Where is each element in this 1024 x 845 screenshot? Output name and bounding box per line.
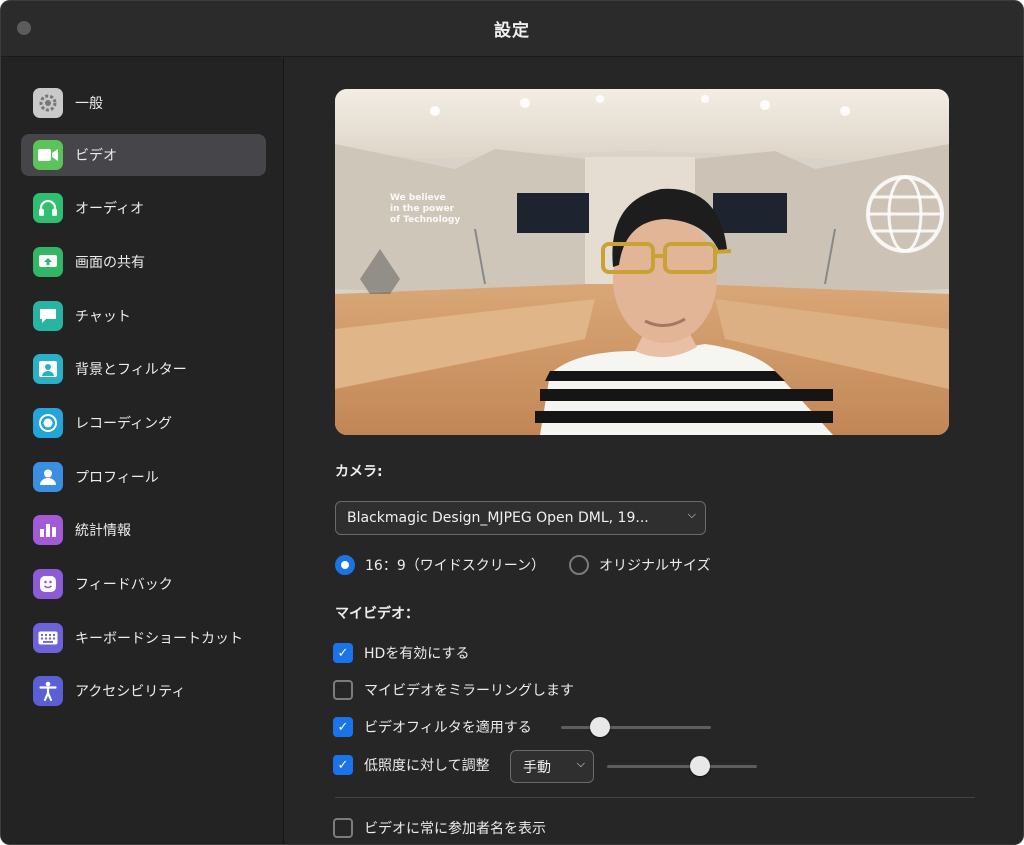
sidebar-item-label: レコーディング xyxy=(75,416,173,432)
sidebar-item-accessibility[interactable]: アクセシビリティ xyxy=(21,670,266,712)
low-light-checkbox-row[interactable]: ✓ 低照度に対して調整 xyxy=(333,754,490,776)
camera-section-label: カメラ: xyxy=(335,464,383,480)
hd-checkbox-row[interactable]: ✓ HDを有効にする xyxy=(333,642,469,664)
sidebar-item-label: 背景とフィルター xyxy=(75,362,187,378)
chevron-down-icon: ⌵ xyxy=(687,508,696,521)
accessibility-icon xyxy=(33,676,63,706)
sidebar-item-label: 一般 xyxy=(75,96,103,112)
video-settings-panel: We believe in the power of Technology カメ… xyxy=(285,58,1023,844)
sidebar-item-label: チャット xyxy=(75,309,131,325)
sidebar-item-label: プロフィール xyxy=(75,470,159,486)
sidebar-item-label: ビデオ xyxy=(75,148,117,164)
low-light-mode-select[interactable]: 手動 ⌵ xyxy=(510,750,594,783)
radio-button[interactable] xyxy=(569,555,589,575)
sidebar-item-label: アクセシビリティ xyxy=(75,684,186,700)
preview-wall-text: We believe in the power of Technology xyxy=(390,193,461,225)
sidebar-item-statistics[interactable]: 統計情報 xyxy=(21,509,266,551)
video-filter-checkbox-row[interactable]: ✓ ビデオフィルタを適用する xyxy=(333,716,532,738)
record-icon xyxy=(33,408,63,438)
sidebar-item-label: フィードバック xyxy=(75,577,173,593)
sidebar-item-audio[interactable]: オーディオ xyxy=(21,187,266,229)
aspect-16-9-radio[interactable]: 16：9（ワイドスクリーン） xyxy=(335,554,545,576)
headphones-icon xyxy=(33,193,63,223)
sidebar-item-label: 画面の共有 xyxy=(75,255,145,271)
mirror-checkbox[interactable] xyxy=(333,680,353,700)
camera-select-value: Blackmagic Design_MJPEG Open DML, 19... xyxy=(347,510,649,526)
sidebar-item-keyboard-shortcuts[interactable]: キーボードショートカット xyxy=(21,617,266,659)
radio-label: 16：9（ワイドスクリーン） xyxy=(365,558,546,574)
low-light-mode-value: 手動 xyxy=(523,759,551,776)
low-light-checkbox[interactable]: ✓ xyxy=(333,755,353,775)
video-camera-icon xyxy=(33,140,63,170)
slider-track xyxy=(607,765,757,768)
sidebar-item-label: キーボードショートカット xyxy=(75,631,243,647)
chevron-down-icon: ⌵ xyxy=(576,757,585,770)
slider-track xyxy=(561,726,711,729)
video-filter-checkbox[interactable]: ✓ xyxy=(333,717,353,737)
share-screen-icon xyxy=(33,247,63,277)
hd-checkbox[interactable]: ✓ xyxy=(333,643,353,663)
sidebar: 一般 ビデオ オーディオ 画面の共有 チャット 背景とフィルター レコーディング… xyxy=(1,58,284,844)
video-filter-slider[interactable] xyxy=(561,717,711,737)
checkbox-label: ビデオに常に参加者名を表示 xyxy=(364,821,546,837)
checkbox-label: ビデオフィルタを適用する xyxy=(364,720,532,736)
title-bar: 設定 xyxy=(1,1,1023,57)
sidebar-item-background-filters[interactable]: 背景とフィルター xyxy=(21,348,266,390)
mirror-checkbox-row[interactable]: マイビデオをミラーリングします xyxy=(333,679,574,701)
settings-window: 設定 一般 ビデオ オーディオ 画面の共有 チャット 背景とフィルター レコーデ… xyxy=(0,0,1024,845)
chat-bubble-icon xyxy=(33,301,63,331)
profile-icon xyxy=(33,462,63,492)
slider-thumb[interactable] xyxy=(690,756,711,776)
close-window-button[interactable] xyxy=(17,21,31,35)
divider xyxy=(335,797,975,798)
sidebar-item-label: オーディオ xyxy=(75,201,145,217)
sidebar-item-recording[interactable]: レコーディング xyxy=(21,402,266,444)
my-video-section-label: マイビデオ： xyxy=(335,606,419,622)
sidebar-item-general[interactable]: 一般 xyxy=(21,82,266,124)
keyboard-icon xyxy=(33,623,63,653)
sidebar-item-chat[interactable]: チャット xyxy=(21,295,266,337)
checkbox-label: 低照度に対して調整 xyxy=(364,758,490,774)
low-light-slider[interactable] xyxy=(607,756,757,776)
virtual-background-image xyxy=(335,89,949,435)
statistics-icon xyxy=(33,515,63,545)
aspect-original-radio[interactable]: オリジナルサイズ xyxy=(569,554,711,576)
checkbox-label: HDを有効にする xyxy=(364,646,470,662)
display-names-checkbox-row[interactable]: ビデオに常に参加者名を表示 xyxy=(333,817,546,839)
sidebar-item-feedback[interactable]: フィードバック xyxy=(21,563,266,605)
video-preview: We believe in the power of Technology xyxy=(335,89,949,435)
sidebar-item-label: 統計情報 xyxy=(75,523,131,539)
sidebar-item-profile[interactable]: プロフィール xyxy=(21,456,266,498)
camera-select[interactable]: Blackmagic Design_MJPEG Open DML, 19... … xyxy=(335,501,706,535)
radio-button[interactable] xyxy=(335,555,355,575)
gear-icon xyxy=(33,88,63,118)
checkbox-label: マイビデオをミラーリングします xyxy=(364,683,574,699)
smiley-icon xyxy=(33,569,63,599)
sidebar-item-share-screen[interactable]: 画面の共有 xyxy=(21,241,266,283)
background-person-icon xyxy=(33,354,63,384)
slider-thumb[interactable] xyxy=(589,717,610,737)
sidebar-item-video[interactable]: ビデオ xyxy=(21,134,266,176)
display-names-checkbox[interactable] xyxy=(333,818,353,838)
window-title: 設定 xyxy=(494,21,530,41)
radio-label: オリジナルサイズ xyxy=(599,558,711,574)
